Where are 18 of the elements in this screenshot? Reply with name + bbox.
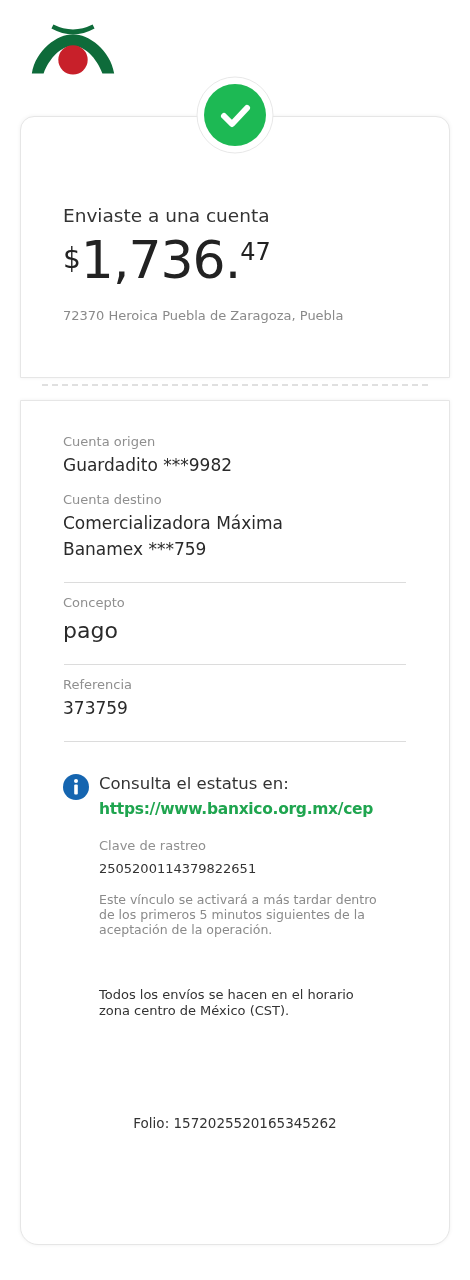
field-label: Cuenta destino [63, 492, 163, 507]
folio-text: Folio: 1572025520165345262 [132, 1115, 338, 1131]
address-text: 72370 Heroica Puebla de Zaragoza, Puebla [63, 308, 345, 323]
field-value: 2505200114379822651 [99, 861, 257, 876]
field-value: Comercializadora Máxima Banamex ***759 [63, 512, 285, 561]
field-label: Clave de rastreo [99, 838, 207, 853]
activation-note: Este vínculo se activará a más tardar dentro de los primeros 5 minutos siguientes de la aceptación de la operación. [99, 892, 378, 937]
field-value: pago [63, 618, 119, 644]
field-label: Concepto [63, 595, 126, 610]
transfer-title: Enviaste a una cuenta [63, 205, 271, 226]
status-link[interactable]: https://www.banxico.org.mx/cep [99, 800, 374, 818]
field-value: 373759 [63, 697, 129, 720]
field-label: Referencia [63, 677, 134, 692]
schedule-note: Todos los envíos se hacen en el horario zona centro de México (CST). [99, 987, 355, 1019]
status-text: Consulta el estatus en: [99, 774, 289, 793]
field-label: Cuenta origen [63, 434, 157, 449]
info-icon [63, 774, 89, 800]
field-value: Guardadito ***9982 [63, 454, 233, 477]
